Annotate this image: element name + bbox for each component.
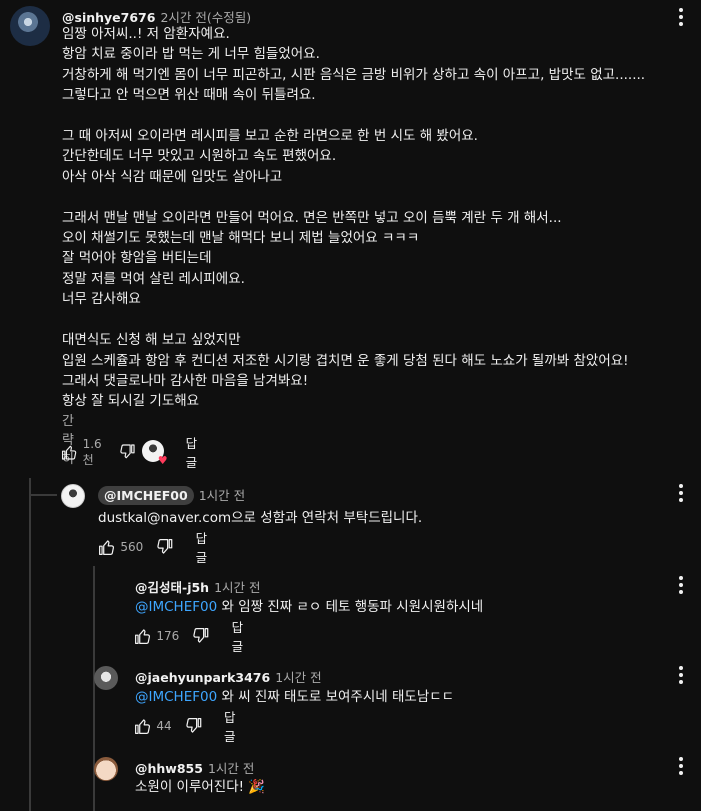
- comment-text: 소원이 이루어진다! 🎉: [135, 777, 265, 797]
- reply-text: 와 씨 진짜 태도로 보여주시네 태도남ㄷㄷ: [217, 689, 455, 705]
- author-name[interactable]: @IMCHEF00: [98, 486, 194, 505]
- comment-header: @김성태-j5h 1시간 전: [135, 577, 261, 596]
- thumbs-up-icon[interactable]: [134, 626, 151, 646]
- mention-link[interactable]: @IMCHEF00: [135, 599, 217, 615]
- reply-text: dustkal@naver.com으로 성함과 연락처 부탁드립니다.: [98, 510, 423, 526]
- more-vert-icon[interactable]: [679, 8, 683, 29]
- more-vert-icon[interactable]: [679, 757, 683, 778]
- avatar[interactable]: [94, 666, 118, 690]
- more-vert-icon[interactable]: [679, 666, 683, 687]
- more-vert-icon[interactable]: [679, 576, 683, 597]
- comment-text: 임짱 아저씨..! 저 암환자예요. 항암 치료 중이라 밥 먹는 게 너무 힘…: [62, 26, 646, 410]
- author-name[interactable]: @jaehyunpark3476: [135, 670, 270, 685]
- comment-text: dustkal@naver.com으로 성함과 연락처 부탁드립니다.: [98, 508, 422, 528]
- timestamp[interactable]: 2시간 전(수정됨): [160, 10, 251, 25]
- like-count: 44: [156, 719, 172, 733]
- timestamp[interactable]: 1시간 전: [199, 488, 245, 503]
- thumbs-down-icon[interactable]: [120, 442, 136, 462]
- like-count: 560: [120, 540, 144, 554]
- reply-button[interactable]: 답글: [232, 617, 251, 655]
- timestamp[interactable]: 1시간 전: [214, 580, 260, 595]
- comment-text: @IMCHEF00 와 임짱 진짜 ㄹㅇ 테토 행동파 시원시원하시네: [135, 597, 483, 617]
- avatar[interactable]: [10, 6, 50, 46]
- comment-actions: 176 답글: [134, 620, 250, 654]
- author-name[interactable]: @hhw855: [135, 761, 203, 776]
- thumbs-down-icon[interactable]: [157, 537, 173, 557]
- thumbs-up-icon[interactable]: [61, 442, 77, 462]
- thread-branch: [29, 494, 57, 496]
- author-name[interactable]: @김성태-j5h: [135, 580, 209, 595]
- comment-header: @hhw855 1시간 전: [135, 758, 254, 777]
- avatar[interactable]: [94, 757, 118, 781]
- thumbs-down-icon[interactable]: [185, 716, 202, 736]
- comment-header: @IMCHEF00 1시간 전: [98, 485, 245, 505]
- heart-icon: ♥: [157, 454, 168, 467]
- thumbs-up-icon[interactable]: [134, 716, 151, 736]
- creator-heart-icon: ♥: [141, 440, 168, 467]
- reply-button[interactable]: 답글: [196, 528, 215, 566]
- comment-actions: 44 답글: [134, 710, 243, 744]
- comment-text: @IMCHEF00 와 씨 진짜 태도로 보여주시네 태도남ㄷㄷ: [135, 687, 454, 707]
- thumbs-down-icon[interactable]: [193, 626, 209, 646]
- mention-link[interactable]: @IMCHEF00: [135, 689, 217, 705]
- more-vert-icon[interactable]: [679, 484, 683, 505]
- like-count: 176: [156, 629, 180, 643]
- thumbs-up-icon[interactable]: [98, 537, 115, 557]
- reply-text: 와 임짱 진짜 ㄹㅇ 테토 행동파 시원시원하시네: [217, 599, 484, 615]
- thread-line: [29, 478, 31, 811]
- reply-button[interactable]: 답글: [186, 433, 204, 471]
- like-count: 1.6천: [82, 436, 102, 467]
- reply-text: 소원이 이루어진다! 🎉: [135, 779, 266, 795]
- author-name[interactable]: @sinhye7676: [62, 10, 155, 25]
- avatar[interactable]: [61, 484, 85, 508]
- comment-header: @jaehyunpark3476 1시간 전: [135, 667, 322, 686]
- comment-actions: 1.6천 ♥ 답글: [61, 436, 204, 470]
- comment-actions: 560 답글: [98, 531, 214, 565]
- timestamp[interactable]: 1시간 전: [208, 761, 254, 776]
- reply-button[interactable]: 답글: [224, 707, 243, 745]
- timestamp[interactable]: 1시간 전: [275, 670, 321, 685]
